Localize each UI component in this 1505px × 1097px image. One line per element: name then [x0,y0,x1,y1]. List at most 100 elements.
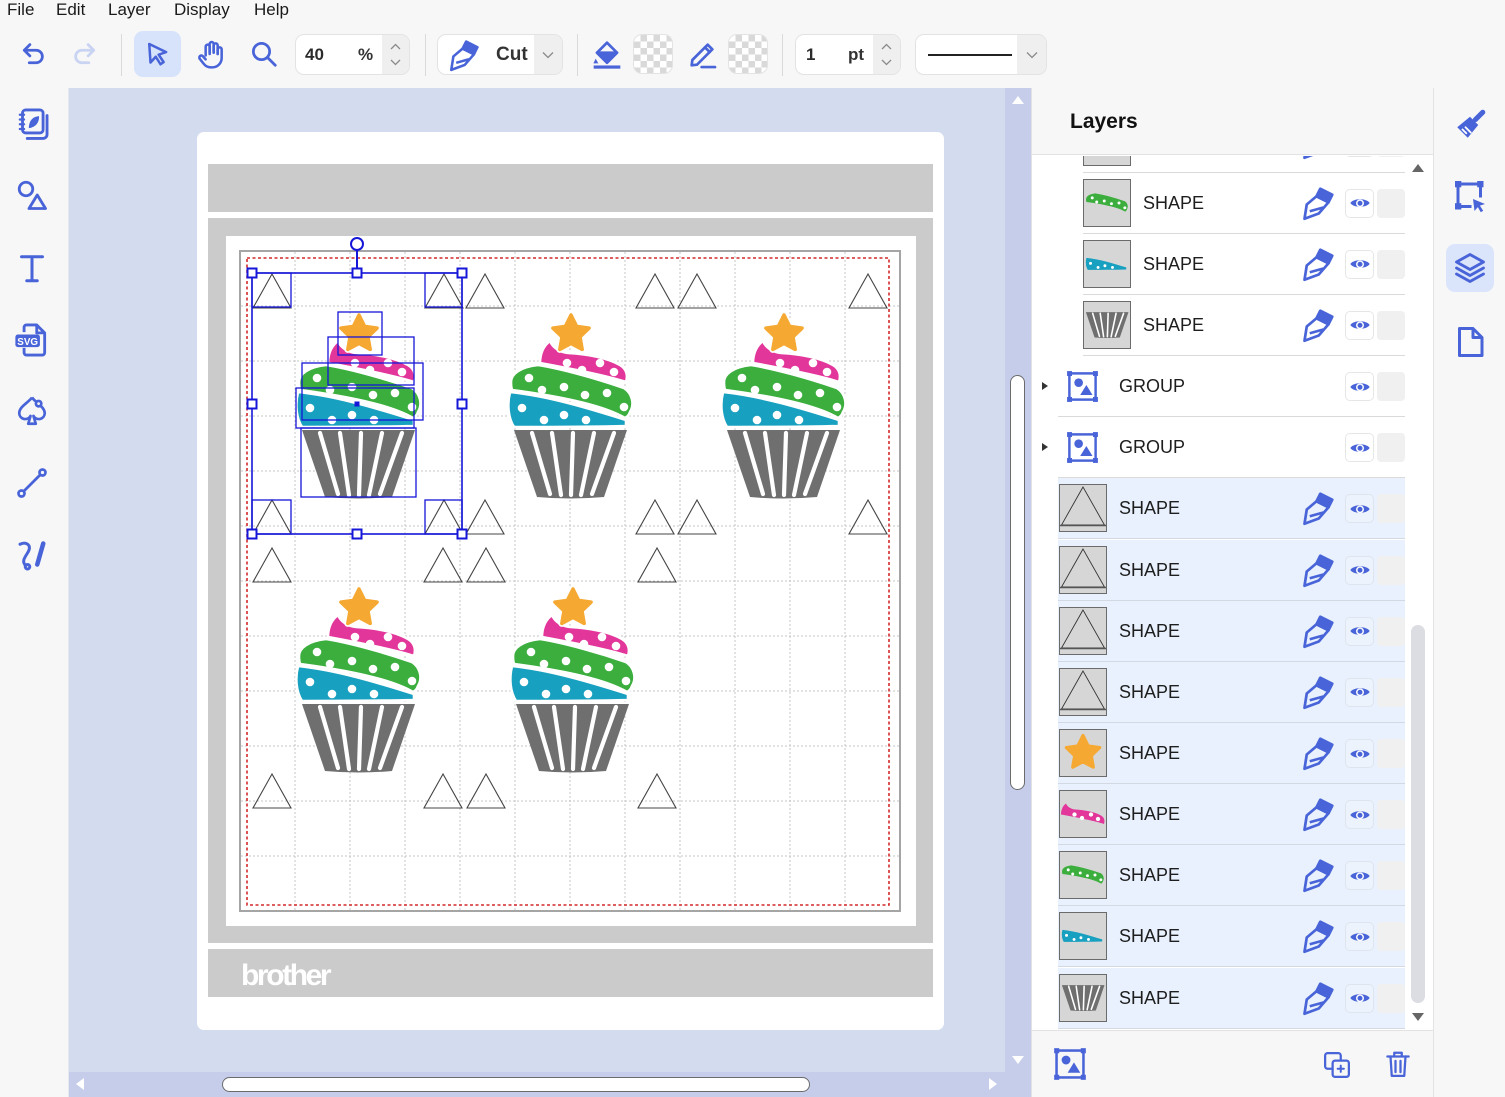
stroke-width-stepper[interactable] [873,35,900,74]
visibility-toggle[interactable] [1345,800,1374,830]
chevron-down-icon[interactable] [881,59,892,66]
cupcake-liner[interactable] [1061,984,1105,1011]
layer-row-shape[interactable]: SHAPE [1033,784,1405,846]
lock-toggle[interactable] [1377,156,1405,157]
layer-row-shape[interactable]: SHAPE [1033,600,1405,662]
lock-toggle[interactable] [1377,310,1405,340]
tab-transform[interactable] [1446,172,1494,220]
resize-handle-w[interactable] [246,398,258,410]
list-scroll-down-icon[interactable] [1412,1013,1424,1021]
list-scroll-thumb[interactable] [1411,625,1425,1003]
group-button[interactable] [1051,1045,1089,1083]
tab-page[interactable] [1446,318,1494,366]
resize-handle-ne[interactable] [456,267,468,279]
design-canvas[interactable]: brother [69,88,1005,1072]
resize-handle-n[interactable] [351,267,363,279]
cut-mode-button[interactable] [1300,613,1336,649]
cut-mode-button[interactable] [1300,246,1336,282]
cut-mode-button[interactable] [1300,552,1336,588]
visibility-toggle[interactable] [1345,983,1374,1013]
line-style-dropdown-arrow[interactable] [1017,35,1046,74]
lock-toggle[interactable] [1377,922,1405,952]
lock-toggle[interactable] [1377,372,1405,402]
layer-row-shape[interactable]: SHAPE [1033,967,1405,1029]
cut-mode-button[interactable] [1300,307,1336,343]
cupcake-liner[interactable] [1085,312,1129,338]
scroll-up-arrow-icon[interactable] [1012,96,1024,104]
layers-list[interactable]: SHAPE SHAPE SHAPE SHAPE SHAPE SHAPE SHAPE SHAPE… [1033,156,1433,1030]
layer-row-shape[interactable]: SHAPE [1033,173,1405,234]
scroll-left-arrow-icon[interactable] [76,1078,84,1090]
menu-help[interactable]: Help [254,0,289,20]
visibility-toggle[interactable] [1345,616,1374,646]
resize-handle-e[interactable] [456,398,468,410]
layer-row-group[interactable]: GROUP [1033,356,1405,418]
canvas-vertical-scrollbar[interactable] [1005,88,1031,1072]
pan-tool-button[interactable] [190,32,232,76]
fill-color-swatch[interactable] [633,34,673,74]
delete-button[interactable] [1382,1048,1414,1080]
zoom-tool-button[interactable] [243,32,285,76]
lock-toggle[interactable] [1377,616,1405,646]
visibility-toggle[interactable] [1345,310,1374,340]
canvas-horizontal-scrollbar[interactable] [69,1072,1005,1097]
operation-dropdown-arrow[interactable] [534,35,562,74]
layer-row-shape[interactable]: SHAPE [1033,478,1405,540]
zoom-input[interactable] [305,35,345,74]
visibility-toggle[interactable] [1345,494,1374,524]
rotate-handle[interactable] [350,237,364,251]
cut-mode-button[interactable] [1300,490,1336,526]
layer-row-shape[interactable]: SHAPE [1033,723,1405,784]
layer-row-shape[interactable]: SHAPE [1033,845,1405,907]
undo-button[interactable] [15,37,51,71]
visibility-toggle[interactable] [1345,188,1374,218]
layer-row-shape[interactable]: SHAPE [1033,906,1405,968]
operation-dropdown[interactable]: Cut [437,34,563,75]
redo-button[interactable] [67,37,103,71]
lock-toggle[interactable] [1377,555,1405,585]
horizontal-scroll-thumb[interactable] [222,1077,810,1092]
stroke-color-swatch[interactable] [728,34,768,74]
expand-arrow-icon[interactable] [1042,443,1048,452]
menu-display[interactable]: Display [174,0,230,20]
vertical-scroll-thumb[interactable] [1010,375,1025,790]
cut-mode-button[interactable] [1300,980,1336,1016]
chevron-down-icon[interactable] [390,59,401,66]
resize-handle-se[interactable] [456,528,468,540]
lock-toggle[interactable] [1377,983,1405,1013]
sidebar-svg-import-button[interactable]: SVG [12,320,52,360]
select-tool-button[interactable] [134,31,181,77]
chevron-up-icon[interactable] [390,43,401,50]
sidebar-text-button[interactable] [12,248,52,288]
lock-toggle[interactable] [1377,800,1405,830]
zoom-stepper[interactable] [382,35,409,74]
resize-handle-nw[interactable] [246,267,258,279]
tab-layers[interactable] [1446,244,1494,292]
sidebar-freehand-button[interactable] [12,534,52,574]
tab-style[interactable] [1446,101,1494,149]
visibility-toggle[interactable] [1345,433,1374,463]
cut-mode-button[interactable] [1300,674,1336,710]
visibility-toggle[interactable] [1345,861,1374,891]
expand-arrow-icon[interactable] [1042,382,1048,391]
lock-toggle[interactable] [1377,433,1405,463]
layer-row-group[interactable]: GROUP [1033,417,1405,479]
visibility-toggle[interactable] [1345,739,1374,768]
lock-toggle[interactable] [1377,677,1405,707]
sidebar-projects-button[interactable] [12,105,52,145]
sidebar-outline-button[interactable] [12,391,52,431]
layer-row-shape[interactable]: SHAPE [1033,234,1405,295]
canvas-drawing[interactable]: brother [69,88,1005,1072]
visibility-toggle[interactable] [1345,555,1374,585]
sidebar-shapes-button[interactable] [12,175,52,215]
lock-toggle[interactable] [1377,249,1405,279]
resize-handle-s[interactable] [351,528,363,540]
resize-handle-sw[interactable] [246,528,258,540]
layer-row-shape[interactable]: SHAPE [1033,661,1405,723]
visibility-toggle[interactable] [1345,156,1374,157]
scroll-right-arrow-icon[interactable] [989,1078,997,1090]
visibility-toggle[interactable] [1345,372,1374,402]
fill-button[interactable] [589,36,625,72]
layer-row-shape[interactable]: SHAPE [1033,295,1405,356]
layer-row-shape[interactable]: SHAPE [1033,539,1405,601]
